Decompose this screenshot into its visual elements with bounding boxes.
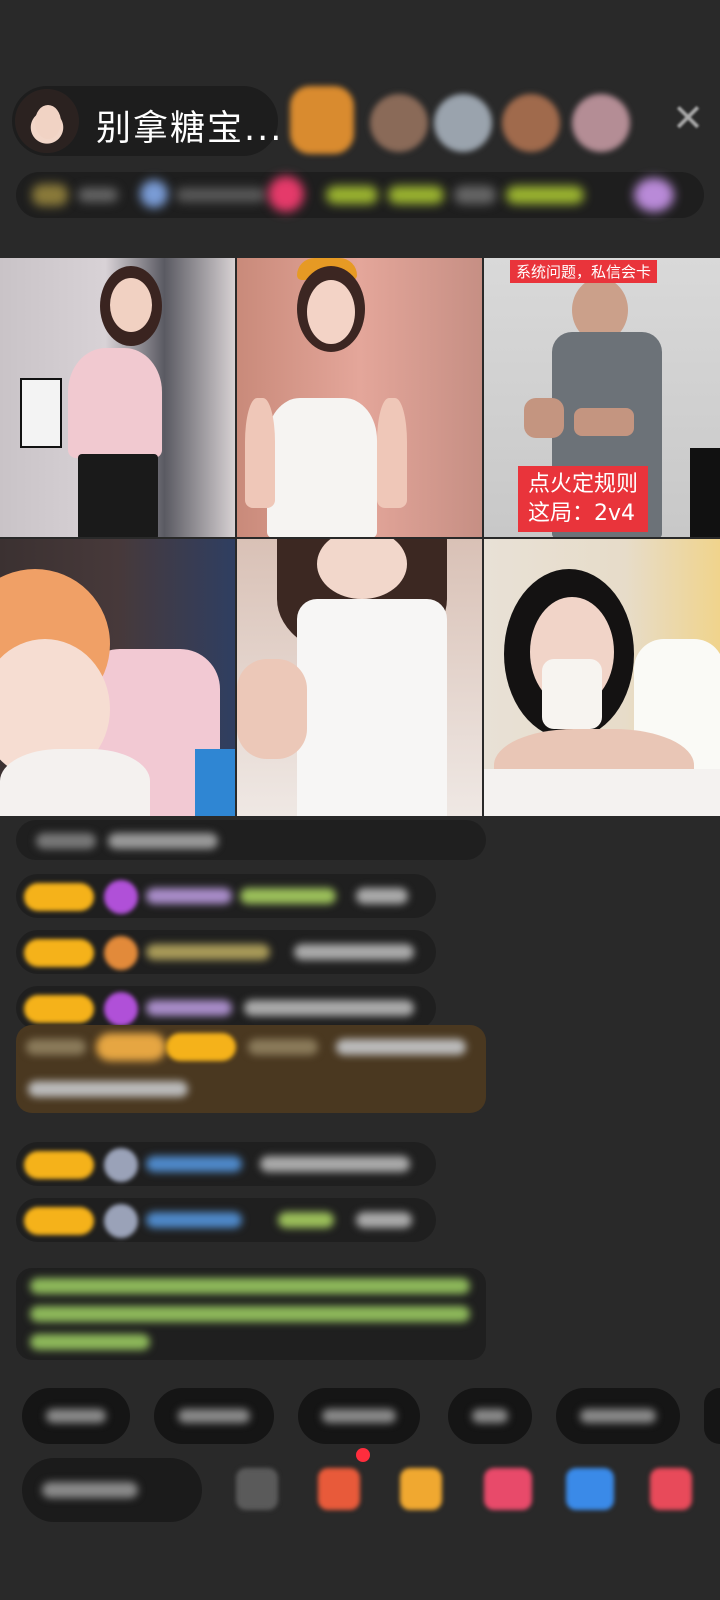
chat-message	[16, 1142, 436, 1186]
diamond-icon	[104, 880, 138, 914]
level-badge	[24, 995, 94, 1023]
video-tile-5[interactable]	[237, 539, 482, 816]
viewer-avatar[interactable]	[434, 94, 492, 152]
quick-reply-chip[interactable]	[154, 1388, 274, 1444]
live-room-screen: 别拿糖宝... ✕ 系统问题，私信会卡 点火定规则 这局：2v4	[0, 0, 720, 1600]
video-tile-6[interactable]	[484, 539, 720, 816]
video-tile-1[interactable]	[0, 258, 235, 537]
game-rule-label: 点火定规则 这局：2v4	[518, 466, 649, 532]
video-tile-3[interactable]: 系统问题，私信会卡 点火定规则 这局：2v4	[484, 258, 720, 537]
comment-input[interactable]	[22, 1458, 202, 1522]
quick-reply-chip[interactable]	[704, 1388, 720, 1444]
user-avatar-icon	[104, 1204, 138, 1238]
quick-reply-chip[interactable]	[556, 1388, 680, 1444]
level-badge	[24, 1207, 94, 1235]
quick-reply-chip[interactable]	[448, 1388, 532, 1444]
viewer-avatar[interactable]	[572, 94, 630, 152]
emoji-icon[interactable]	[236, 1468, 278, 1510]
video-tile-2[interactable]	[237, 258, 482, 537]
gift-box-icon[interactable]	[318, 1468, 360, 1510]
chat-message	[16, 820, 486, 860]
viewer-avatar[interactable]	[502, 94, 560, 152]
level-badge	[24, 939, 94, 967]
viewer-avatar[interactable]	[290, 86, 354, 154]
viewer-avatar[interactable]	[370, 94, 428, 152]
game-icon[interactable]	[484, 1468, 532, 1510]
treasure-icon[interactable]	[400, 1468, 442, 1510]
close-icon[interactable]: ✕	[668, 98, 708, 138]
diamond-icon	[104, 992, 138, 1026]
system-announcement	[16, 1268, 486, 1360]
host-info-pill[interactable]: 别拿糖宝...	[12, 86, 281, 156]
more-icon[interactable]	[650, 1468, 692, 1510]
room-info-bar[interactable]	[16, 172, 704, 218]
chat-message	[16, 1198, 436, 1242]
level-badge	[24, 1151, 94, 1179]
level-badge	[24, 883, 94, 911]
notification-dot	[356, 1448, 370, 1462]
chat-message	[16, 930, 436, 974]
video-tile-4[interactable]	[0, 539, 235, 816]
user-avatar-icon	[104, 1148, 138, 1182]
share-icon[interactable]	[566, 1468, 614, 1510]
host-name: 别拿糖宝...	[96, 109, 284, 149]
quick-reply-chip[interactable]	[22, 1388, 130, 1444]
multi-guest-video-grid: 系统问题，私信会卡 点火定规则 这局：2v4	[0, 258, 720, 816]
quick-reply-chip[interactable]	[298, 1388, 420, 1444]
gift-message-card	[16, 1025, 486, 1113]
host-avatar[interactable]	[15, 89, 79, 153]
fan-badge-icon	[104, 936, 138, 970]
system-notice-tag: 系统问题，私信会卡	[510, 260, 658, 283]
chat-message	[16, 986, 436, 1030]
chat-message	[16, 874, 436, 918]
